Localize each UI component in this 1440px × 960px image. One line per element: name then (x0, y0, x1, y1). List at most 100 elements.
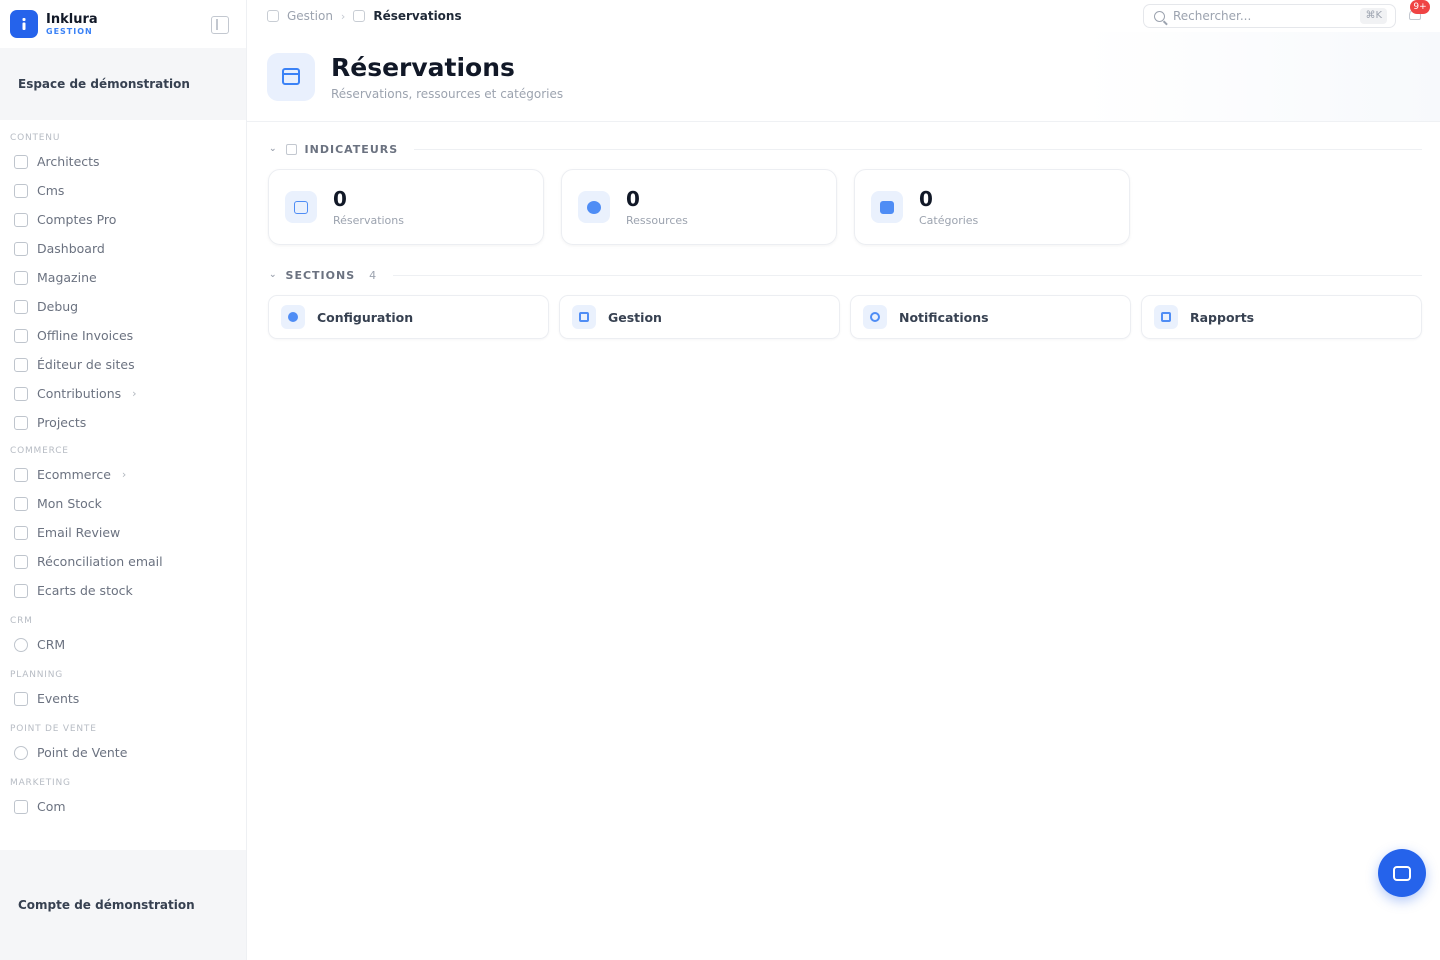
sidebar-item-reconciliation-email[interactable]: Réconciliation email (0, 547, 246, 576)
cart-icon (14, 554, 28, 569)
sidebar: Inklura GESTION Espace de démonstration … (0, 0, 247, 960)
sidebar-item-comptes-pro[interactable]: Comptes Pro (0, 205, 246, 234)
section-card-rapports[interactable]: Rapports (1141, 295, 1422, 339)
nav-section-label: POINT DE VENTE (10, 724, 97, 734)
chat-button[interactable] (1378, 849, 1426, 897)
sidebar-item-mon-stock[interactable]: Mon Stock (0, 489, 246, 518)
sidebar-item-contributions[interactable]: Contributions › (0, 379, 246, 408)
nav-section-label: MARKETING (10, 778, 71, 788)
breadcrumb-separator: › (340, 9, 346, 23)
brand-name: Inklura (46, 11, 98, 27)
sidebar-item-label: Ecommerce (37, 467, 111, 482)
calendar-icon (267, 52, 315, 101)
newspaper-icon (14, 328, 28, 343)
brand-subtitle: GESTION (46, 26, 93, 36)
home-icon (267, 10, 279, 22)
section-card-configuration[interactable]: Configuration (268, 295, 549, 339)
newspaper-icon (14, 299, 28, 314)
kpi-card-categories[interactable]: 0 Catégories (854, 169, 1130, 245)
nav-section-label: CRM (10, 616, 33, 626)
document-icon (14, 183, 28, 198)
kpi-card-ressources[interactable]: 0 Ressources (561, 169, 837, 245)
sidebar-item-email-review[interactable]: Email Review (0, 518, 246, 547)
kpi-value: 0 (333, 186, 347, 211)
section-card-notifications[interactable]: Notifications (850, 295, 1131, 339)
breadcrumb: Gestion › Réservations (267, 9, 462, 23)
chevron-right-icon: › (121, 468, 127, 481)
section-card-label: Rapports (1190, 309, 1255, 325)
user-icon (14, 637, 28, 652)
section-card-label: Notifications (899, 309, 989, 325)
brand[interactable]: Inklura GESTION (0, 0, 246, 48)
page-subtitle: Réservations, ressources et catégories (331, 86, 564, 101)
sidebar-item-label: Point de Vente (37, 745, 128, 760)
breadcrumb-parent[interactable]: Gestion (287, 9, 333, 23)
store-icon (14, 745, 28, 760)
search-icon (1154, 10, 1165, 22)
search-input[interactable]: Rechercher... ⌘K (1143, 4, 1396, 28)
sections-grid: Configuration Gestion Notifications Rapp… (247, 295, 1440, 339)
sidebar-collapse-icon[interactable] (211, 16, 229, 34)
sidebar-item-point-de-vente[interactable]: Point de Vente (0, 738, 246, 767)
gear-icon (281, 305, 305, 329)
sidebar-item-magazine[interactable]: Magazine (0, 263, 246, 292)
kpi-card-reservations[interactable]: 0 Réservations (268, 169, 544, 245)
sidebar-item-label: Email Review (37, 525, 121, 540)
sidebar-item-label: Ecarts de stock (37, 583, 133, 598)
sidebar-item-editeur-de-sites[interactable]: Éditeur de sites (0, 350, 246, 379)
section-title: SECTIONS (285, 268, 356, 282)
section-title: INDICATEURS (304, 142, 399, 156)
sidebar-item-label: Com (37, 799, 66, 814)
sidebar-item-label: Dashboard (37, 241, 105, 256)
workspace-switcher[interactable]: Espace de démonstration (0, 48, 246, 120)
chat-bubble-icon (1393, 865, 1411, 881)
indicators-grid: 0 Réservations 0 Ressources 0 Catégories (247, 169, 1440, 245)
inbox-icon (14, 386, 28, 401)
folder-icon (14, 415, 28, 430)
sidebar-item-crm[interactable]: CRM (0, 630, 246, 659)
sidebar-item-label: Mon Stock (37, 496, 102, 511)
sidebar-item-ecommerce[interactable]: Ecommerce › (0, 460, 246, 489)
sidebar-item-label: Events (37, 691, 80, 706)
sidebar-item-debug[interactable]: Debug (0, 292, 246, 321)
calendar-icon (285, 191, 317, 223)
indicators-section-header[interactable]: ⌄ INDICATEURS (247, 139, 1440, 159)
sidebar-item-events[interactable]: Events (0, 684, 246, 713)
kpi-value: 0 (919, 186, 933, 211)
sidebar-item-ecarts-de-stock[interactable]: Ecarts de stock (0, 576, 246, 605)
sidebar-item-cms[interactable]: Cms (0, 176, 246, 205)
megaphone-icon (14, 799, 28, 814)
sidebar-item-label: CRM (37, 637, 66, 652)
sections-section-header[interactable]: ⌄ SECTIONS 4 (247, 265, 1440, 285)
page-title: Réservations (331, 52, 515, 82)
cart-icon (14, 496, 28, 511)
sidebar-item-offline-invoices[interactable]: Offline Invoices (0, 321, 246, 350)
sidebar-item-label: Magazine (37, 270, 97, 285)
bar-chart-icon (1154, 305, 1178, 329)
main-content: Gestion › Réservations Rechercher... ⌘K … (247, 0, 1440, 960)
sidebar-item-architects[interactable]: Architects (0, 147, 246, 176)
sidebar-item-label: Debug (37, 299, 79, 314)
sidebar-item-label: Architects (37, 154, 100, 169)
sidebar-item-com[interactable]: Com (0, 792, 246, 821)
kpi-value: 0 (626, 186, 640, 211)
divider (393, 274, 1422, 276)
search-shortcut: ⌘K (1360, 8, 1387, 24)
newspaper-icon (14, 270, 28, 285)
section-card-gestion[interactable]: Gestion (559, 295, 840, 339)
calendar-icon (14, 691, 28, 706)
cart-icon (14, 583, 28, 598)
document-icon (14, 212, 28, 227)
list-icon (572, 305, 596, 329)
brand-logo-icon (10, 10, 38, 38)
page-header: Réservations Réservations, ressources et… (247, 32, 1440, 122)
sidebar-item-label: Contributions (37, 386, 122, 401)
sidebar-nav: CONTENU Architects Cms Comptes Pro Dashb… (0, 120, 246, 850)
account-switcher[interactable]: Compte de démonstration (0, 850, 246, 960)
list-icon (285, 143, 297, 155)
archive-icon (871, 191, 903, 223)
sidebar-item-dashboard[interactable]: Dashboard (0, 234, 246, 263)
divider (414, 148, 1422, 150)
nav-section-label: COMMERCE (10, 446, 69, 456)
sidebar-item-projects[interactable]: Projects (0, 408, 246, 437)
